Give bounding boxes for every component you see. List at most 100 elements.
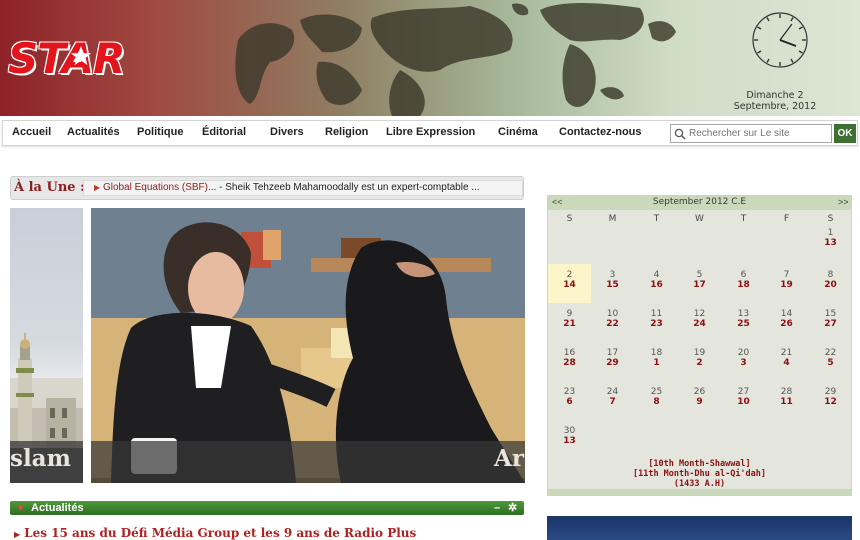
calendar-day[interactable]: 4 16	[635, 264, 678, 303]
headline-text[interactable]: ... - Sheik Tehzeeb Mahamoodally est un …	[208, 182, 480, 193]
search-ok-button[interactable]: OK	[834, 124, 856, 143]
calendar-day[interactable]: 5 17	[678, 264, 721, 303]
site-header: STAR Dimanche 2 Septembre, 2012	[0, 0, 860, 116]
gregorian-date: 26	[693, 387, 706, 397]
nav-item-cinema[interactable]: Cinéma	[498, 126, 538, 138]
slideshow-previous-caption: slam	[10, 441, 83, 483]
hijri-date: 20	[824, 280, 837, 290]
gregorian-date: 8	[827, 270, 834, 280]
calendar-day[interactable]: 29 12	[809, 381, 852, 420]
calendar-day[interactable]: 15 27	[809, 303, 852, 342]
page: STAR Dimanche 2 Septembre, 2012 Accueil …	[0, 0, 860, 540]
bullet-arrow-icon: ▶	[14, 529, 21, 539]
gregorian-date: 21	[780, 348, 793, 358]
gregorian-date: 27	[737, 387, 750, 397]
headline-link[interactable]: Global Equations (SBF)	[103, 182, 208, 193]
calendar-next-button[interactable]: >>	[838, 197, 849, 207]
headline-ticker: À la Une : ▶ Global Equations (SBF)... -…	[10, 176, 524, 200]
gregorian-date: 10	[606, 309, 619, 319]
calendar-day[interactable]: 24 7	[591, 381, 634, 420]
slideshow-main-caption: Ar	[91, 441, 525, 483]
gregorian-date: 28	[780, 387, 793, 397]
hijri-date: 28	[563, 358, 576, 368]
search-field[interactable]	[670, 124, 832, 143]
hijri-months: [10th Month-Shawwal] [11th Month-Dhu al-…	[548, 459, 851, 489]
gregorian-date: 23	[563, 387, 576, 397]
calendar-day[interactable]: 17 29	[591, 342, 634, 381]
hijri-date: 9	[696, 397, 703, 407]
star-logo-icon	[70, 45, 92, 66]
site-logo[interactable]: STAR	[8, 34, 125, 83]
nav-item-libre-expression[interactable]: Libre Expression	[386, 126, 475, 138]
news-item[interactable]: ▶ Les 15 ans du Défi Média Group et les 9…	[14, 526, 416, 540]
hijri-date: 17	[693, 280, 706, 290]
calendar-header: << September 2012 C.E >>	[548, 196, 851, 210]
calendar-day[interactable]: 25 8	[635, 381, 678, 420]
calendar-day[interactable]: 7 19	[765, 264, 808, 303]
nav-item-religion[interactable]: Religion	[325, 126, 368, 138]
calendar-day[interactable]: 16 28	[548, 342, 591, 381]
gregorian-date: 3	[609, 270, 616, 280]
gregorian-date: 17	[606, 348, 619, 358]
calendar-day[interactable]: 18 1	[635, 342, 678, 381]
calendar-day[interactable]: 20 3	[722, 342, 765, 381]
nav-item-actualites[interactable]: Actualités	[67, 126, 120, 138]
calendar-day[interactable]: 10 22	[591, 303, 634, 342]
nav-item-editorial[interactable]: Éditorial	[202, 126, 246, 138]
calendar-weekday: T	[740, 214, 747, 224]
calendar-day[interactable]: 8 20	[809, 264, 852, 303]
gregorian-date: 24	[606, 387, 619, 397]
hijri-date: 27	[824, 319, 837, 329]
gregorian-date: 5	[696, 270, 703, 280]
gregorian-date: 9	[566, 309, 573, 319]
hijri-date: 18	[737, 280, 750, 290]
calendar-weekday: M	[608, 214, 617, 224]
hijri-date: 26	[780, 319, 793, 329]
calendar-day[interactable]: 14 26	[765, 303, 808, 342]
nav-item-contactez-nous[interactable]: Contactez-nous	[559, 126, 642, 138]
date-month-year: Septembre, 2012	[733, 101, 817, 112]
minimize-button[interactable]: –	[494, 501, 500, 515]
calendar-day[interactable]: 11 23	[635, 303, 678, 342]
hijri-date: 5	[827, 358, 834, 368]
gregorian-date: 14	[780, 309, 793, 319]
nav-item-divers[interactable]: Divers	[270, 126, 304, 138]
settings-icon[interactable]: ✲	[508, 501, 517, 515]
gregorian-date: 4	[653, 270, 660, 280]
calendar-day[interactable]: 21 4	[765, 342, 808, 381]
news-item-title[interactable]: Les 15 ans du Défi Média Group et les 9 …	[24, 526, 416, 540]
gregorian-date: 13	[737, 309, 750, 319]
calendar-day[interactable]: 13 25	[722, 303, 765, 342]
hijri-month-line-2: [11th Month-Dhu al-Qi'dah]	[632, 469, 767, 479]
nav-item-politique[interactable]: Politique	[137, 126, 183, 138]
calendar-day[interactable]: 1 13	[809, 222, 852, 261]
hijri-date: 11	[780, 397, 793, 407]
search-input[interactable]	[689, 126, 829, 141]
hijri-date: 1	[653, 358, 660, 368]
calendar-day[interactable]: 28 11	[765, 381, 808, 420]
calendar-title: September 2012 C.E	[652, 197, 747, 207]
calendar-day[interactable]: 22 5	[809, 342, 852, 381]
calendar-day[interactable]: 27 10	[722, 381, 765, 420]
promo-banner[interactable]	[547, 516, 852, 540]
actualites-title: Actualités	[31, 502, 84, 514]
calendar-day-today[interactable]: 2 14	[548, 264, 591, 303]
gregorian-date: 29	[824, 387, 837, 397]
hijri-date: 2	[696, 358, 703, 368]
nav-item-accueil[interactable]: Accueil	[12, 126, 51, 138]
calendar-day[interactable]: 23 6	[548, 381, 591, 420]
calendar-day[interactable]: 26 9	[678, 381, 721, 420]
calendar-day[interactable]: 12 24	[678, 303, 721, 342]
clock-icon	[752, 12, 808, 68]
calendar-day[interactable]: 3 15	[591, 264, 634, 303]
calendar-weekday: F	[783, 214, 790, 224]
gregorian-date: 18	[650, 348, 663, 358]
calendar-day[interactable]: 30 13	[548, 420, 591, 459]
hijri-date: 13	[563, 436, 576, 446]
hijri-date: 6	[566, 397, 573, 407]
calendar-day[interactable]: 9 21	[548, 303, 591, 342]
gregorian-date: 30	[563, 426, 576, 436]
calendar-day[interactable]: 6 18	[722, 264, 765, 303]
calendar-day[interactable]: 19 2	[678, 342, 721, 381]
current-date: Dimanche 2 Septembre, 2012	[720, 90, 830, 112]
